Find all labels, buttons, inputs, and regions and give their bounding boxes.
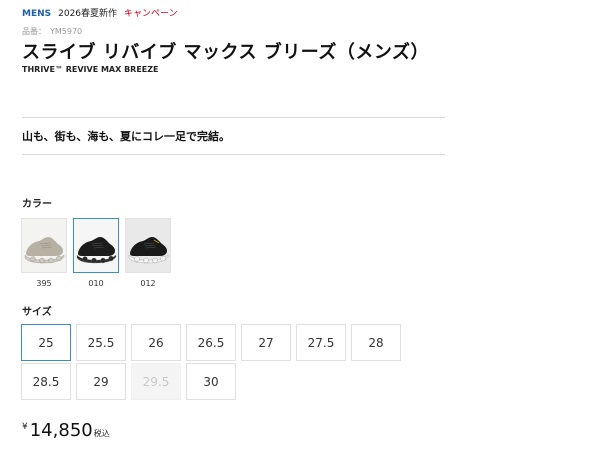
- size-option-25.5[interactable]: 25.5: [76, 324, 126, 361]
- gender-tag[interactable]: MENS: [22, 9, 51, 19]
- size-row: 25 25.5 26 26.5 27 27.5 28: [21, 324, 431, 363]
- product-detail: MENS 2026春夏新作 キャンペーン 品番： YM5970 スライブ リバイブ…: [0, 0, 600, 450]
- shoe-image[interactable]: [73, 218, 119, 273]
- color-code: 010: [88, 279, 104, 288]
- color-swatches: 395 010 012: [21, 218, 171, 288]
- size-option-26.5[interactable]: 26.5: [186, 324, 236, 361]
- product-code-label: 品番：: [22, 27, 46, 36]
- tax-note: 税込: [93, 429, 110, 438]
- divider: [22, 117, 445, 118]
- size-row: 28.5 29 29.5 30: [21, 363, 431, 402]
- color-swatch-010[interactable]: 010: [73, 218, 119, 288]
- product-subtitle: THRIVE™ REVIVE MAX BREEZE: [22, 65, 159, 74]
- size-option-29.5: 29.5: [131, 363, 181, 400]
- size-label: サイズ: [22, 307, 52, 318]
- shoe-image[interactable]: [125, 218, 171, 273]
- size-option-30[interactable]: 30: [186, 363, 236, 400]
- size-option-25[interactable]: 25: [21, 324, 71, 361]
- product-code-value: YM5970: [50, 27, 83, 36]
- campaign-tag[interactable]: キャンペーン: [124, 6, 178, 19]
- product-tags: MENS 2026春夏新作 キャンペーン: [22, 6, 178, 19]
- size-option-27.5[interactable]: 27.5: [296, 324, 346, 361]
- size-option-28.5[interactable]: 28.5: [21, 363, 71, 400]
- size-option-26[interactable]: 26: [131, 324, 181, 361]
- currency-symbol: ¥: [22, 422, 28, 432]
- season-tag[interactable]: 2026春夏新作: [58, 6, 117, 19]
- price-amount: 14,850: [29, 420, 93, 441]
- price: ¥14,850税込: [22, 420, 110, 441]
- color-swatch-395[interactable]: 395: [21, 218, 67, 288]
- product-title: スライブ リバイブ マックス ブリーズ（メンズ）: [22, 42, 429, 63]
- color-code: 395: [36, 279, 52, 288]
- shoe-image[interactable]: [21, 218, 67, 273]
- size-options: 25 25.5 26 26.5 27 27.5 28 28.5 29 29.5 30: [21, 324, 431, 402]
- product-catchcopy: 山も、街も、海も、夏にコレ一足で完結。: [22, 130, 231, 143]
- size-option-27[interactable]: 27: [241, 324, 291, 361]
- size-option-29[interactable]: 29: [76, 363, 126, 400]
- divider: [22, 154, 445, 155]
- color-label: カラー: [22, 199, 52, 210]
- product-code: 品番： YM5970: [22, 26, 82, 37]
- size-option-28[interactable]: 28: [351, 324, 401, 361]
- color-code: 012: [140, 279, 156, 288]
- color-swatch-012[interactable]: 012: [125, 218, 171, 288]
